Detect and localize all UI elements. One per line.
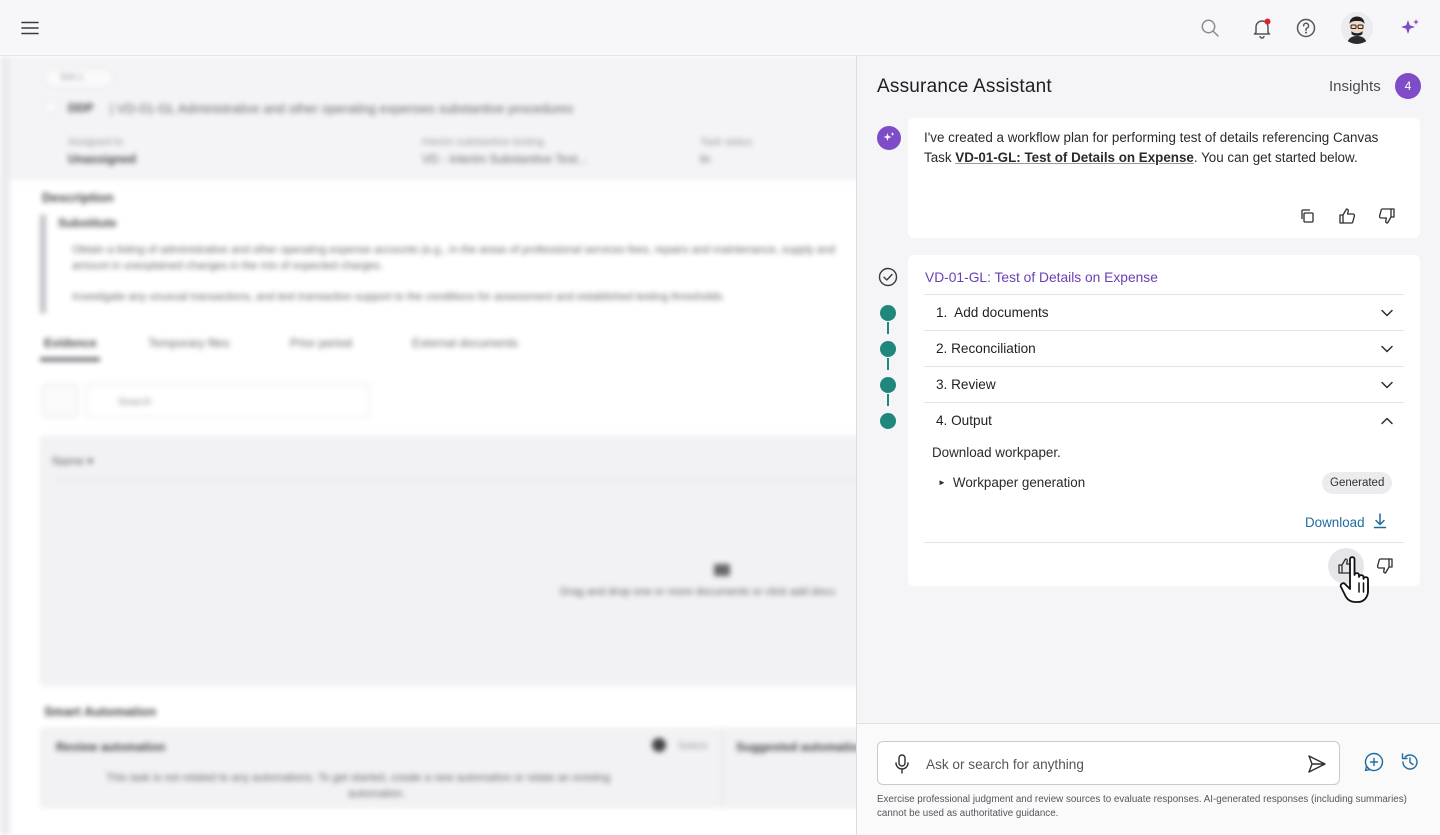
chevron-up-icon: [1380, 414, 1394, 428]
step-dot-icon: [880, 377, 896, 393]
workflow-step-reconciliation[interactable]: 2. Reconciliation: [924, 331, 1404, 367]
thumbs-down-icon[interactable]: [1376, 205, 1398, 227]
status-badge: Generated: [1322, 472, 1393, 494]
step-dot-icon: [880, 305, 896, 321]
avatar[interactable]: [1341, 12, 1373, 44]
search-icon[interactable]: [1198, 16, 1222, 40]
bell-icon[interactable]: [1250, 16, 1274, 40]
workflow-title-link[interactable]: VD-01-GL: Test of Details on Expense: [925, 270, 1158, 285]
step-label: 3. Review: [936, 377, 996, 392]
workflow-card: VD-01-GL: Test of Details on Expense 1. …: [908, 255, 1420, 586]
panel-title: Assurance Assistant: [877, 76, 1052, 97]
help-icon[interactable]: [1294, 16, 1318, 40]
caret-right-icon: ►: [938, 478, 946, 487]
step-dot-icon: [880, 413, 896, 429]
ask-input[interactable]: [926, 753, 1286, 775]
insights-count-badge[interactable]: 4: [1395, 73, 1421, 99]
workpaper-generation-toggle[interactable]: ► Workpaper generation: [938, 475, 1085, 490]
step-dot-icon: [880, 341, 896, 357]
workflow-step-add-documents[interactable]: 1. Add documents: [924, 295, 1404, 331]
assistant-message-text: I've created a workflow plan for perform…: [924, 128, 1394, 168]
download-button[interactable]: Download: [1305, 513, 1387, 532]
chat-input-area: Exercise professional judgment and revie…: [857, 723, 1440, 835]
step-label: 1. Add documents: [936, 305, 1049, 320]
step-connector: [887, 358, 889, 370]
check-circle-icon: [878, 267, 898, 287]
step-connector: [887, 394, 889, 406]
thumbs-up-icon[interactable]: [1328, 548, 1364, 584]
insights-button[interactable]: Insights: [1329, 78, 1381, 95]
ask-box: [877, 741, 1340, 785]
message-text-part: . You can get started below.: [1193, 150, 1358, 165]
top-bar: [0, 0, 1440, 56]
chevron-down-icon: [1380, 378, 1394, 392]
step-label: 4. Output: [936, 413, 992, 428]
copy-icon[interactable]: [1296, 205, 1318, 227]
menu-icon[interactable]: [20, 18, 40, 38]
divider: [924, 542, 1404, 543]
download-label: Download: [1305, 515, 1365, 530]
chevron-down-icon: [1380, 342, 1394, 356]
task-link[interactable]: VD-01-GL: Test of Details on Expense: [955, 150, 1194, 165]
thumbs-down-icon[interactable]: [1374, 555, 1396, 577]
background-task-page: Set L DDP | VD-01-GL Administrative and …: [0, 56, 856, 835]
disclaimer: Exercise professional judgment and revie…: [877, 794, 1407, 819]
step-connector: [887, 322, 889, 334]
thumbs-up-icon[interactable]: [1336, 205, 1358, 227]
output-item-label: Workpaper generation: [952, 475, 1086, 490]
assistant-message-card: I've created a workflow plan for perform…: [908, 118, 1420, 238]
send-icon[interactable]: [1306, 753, 1328, 775]
assistant-panel: Assurance Assistant Insights 4 I've crea…: [856, 56, 1440, 835]
chevron-down-icon: [1380, 306, 1394, 320]
download-icon: [1373, 513, 1387, 532]
new-chat-icon[interactable]: [1363, 751, 1385, 773]
history-icon[interactable]: [1399, 751, 1421, 773]
step-label: 2. Reconciliation: [936, 341, 1036, 356]
workflow-step-review[interactable]: 3. Review: [924, 367, 1404, 403]
sparkle-icon[interactable]: [1398, 16, 1422, 40]
mic-icon[interactable]: [892, 753, 912, 775]
assistant-avatar-icon: [877, 126, 901, 150]
output-description: Download workpaper.: [932, 445, 1061, 460]
workflow-step-output[interactable]: 4. Output: [924, 403, 1404, 439]
